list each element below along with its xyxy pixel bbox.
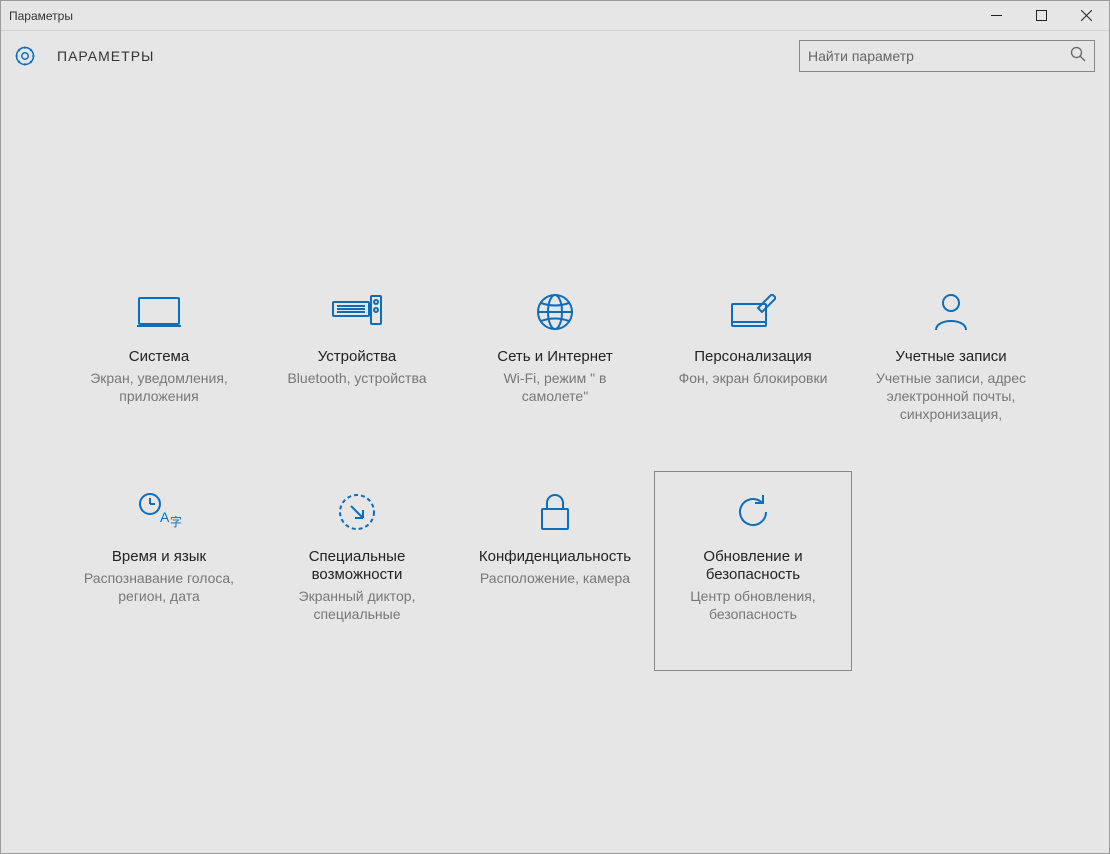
gear-icon [13, 44, 37, 68]
search-box[interactable] [799, 40, 1095, 72]
tile-desc: Центр обновления, безопасность [661, 587, 845, 623]
header-left: ПАРАМЕТРЫ [11, 42, 154, 70]
titlebar: Параметры [1, 1, 1109, 31]
tile-system[interactable]: Система Экран, уведомления, приложения [60, 271, 258, 471]
tile-time-language[interactable]: A 字 Время и язык Распознавание голоса, р… [60, 471, 258, 671]
ease-of-access-icon [337, 490, 377, 534]
tile-devices[interactable]: Устройства Bluetooth, устройства [258, 271, 456, 471]
tile-desc: Wi-Fi, режим " в самолете" [463, 369, 647, 405]
tile-title: Конфиденциальность [475, 548, 635, 566]
close-icon [1081, 10, 1092, 21]
tile-desc: Учетные записи, адрес электронной почты,… [859, 369, 1043, 424]
tiles-grid: Система Экран, уведомления, приложения У… [60, 271, 1050, 671]
search-input[interactable] [808, 48, 1070, 64]
minimize-button[interactable] [974, 1, 1019, 31]
tile-desc: Экранный диктор, специальные [265, 587, 449, 623]
header: ПАРАМЕТРЫ [1, 31, 1109, 81]
svg-text:字: 字 [170, 514, 182, 529]
settings-gear-button[interactable] [11, 42, 39, 70]
tile-desc: Расположение, камера [474, 569, 636, 587]
tile-desc: Экран, уведомления, приложения [67, 369, 251, 405]
tile-desc: Bluetooth, устройства [281, 369, 432, 387]
tile-update-security[interactable]: Обновление и безопасность Центр обновлен… [654, 471, 852, 671]
minimize-icon [991, 10, 1002, 21]
tile-title: Персонализация [690, 348, 816, 366]
tile-network[interactable]: Сеть и Интернет Wi-Fi, режим " в самолет… [456, 271, 654, 471]
page-title: ПАРАМЕТРЫ [57, 48, 154, 64]
globe-icon [535, 290, 575, 334]
window-controls [974, 1, 1109, 31]
content: Система Экран, уведомления, приложения У… [1, 81, 1109, 853]
tile-accounts[interactable]: Учетные записи Учетные записи, адрес эле… [852, 271, 1050, 471]
tile-ease-of-access[interactable]: Специальные возможности Экранный диктор,… [258, 471, 456, 671]
maximize-icon [1036, 10, 1047, 21]
tile-title: Специальные возможности [265, 548, 449, 584]
lock-icon [539, 490, 571, 534]
tile-desc: Фон, экран блокировки [673, 369, 834, 387]
svg-text:A: A [160, 509, 170, 525]
tile-title: Устройства [314, 348, 400, 366]
time-language-icon: A 字 [136, 490, 182, 534]
maximize-button[interactable] [1019, 1, 1064, 31]
person-icon [933, 290, 969, 334]
personalization-icon [730, 290, 776, 334]
tile-personalization[interactable]: Персонализация Фон, экран блокировки [654, 271, 852, 471]
devices-icon [331, 290, 383, 334]
settings-window: Параметры ПАРАМЕТРЫ [0, 0, 1110, 854]
tile-title: Система [125, 348, 193, 366]
tile-title: Время и язык [108, 548, 210, 566]
tile-title: Обновление и безопасность [661, 548, 845, 584]
update-icon [733, 490, 773, 534]
display-icon [137, 290, 181, 334]
tile-title: Учетные записи [891, 348, 1010, 366]
tile-title: Сеть и Интернет [493, 348, 617, 366]
close-button[interactable] [1064, 1, 1109, 31]
search-icon [1070, 46, 1086, 67]
tile-desc: Распознавание голоса, регион, дата [67, 569, 251, 605]
window-title: Параметры [9, 9, 73, 23]
tile-privacy[interactable]: Конфиденциальность Расположение, камера [456, 471, 654, 671]
